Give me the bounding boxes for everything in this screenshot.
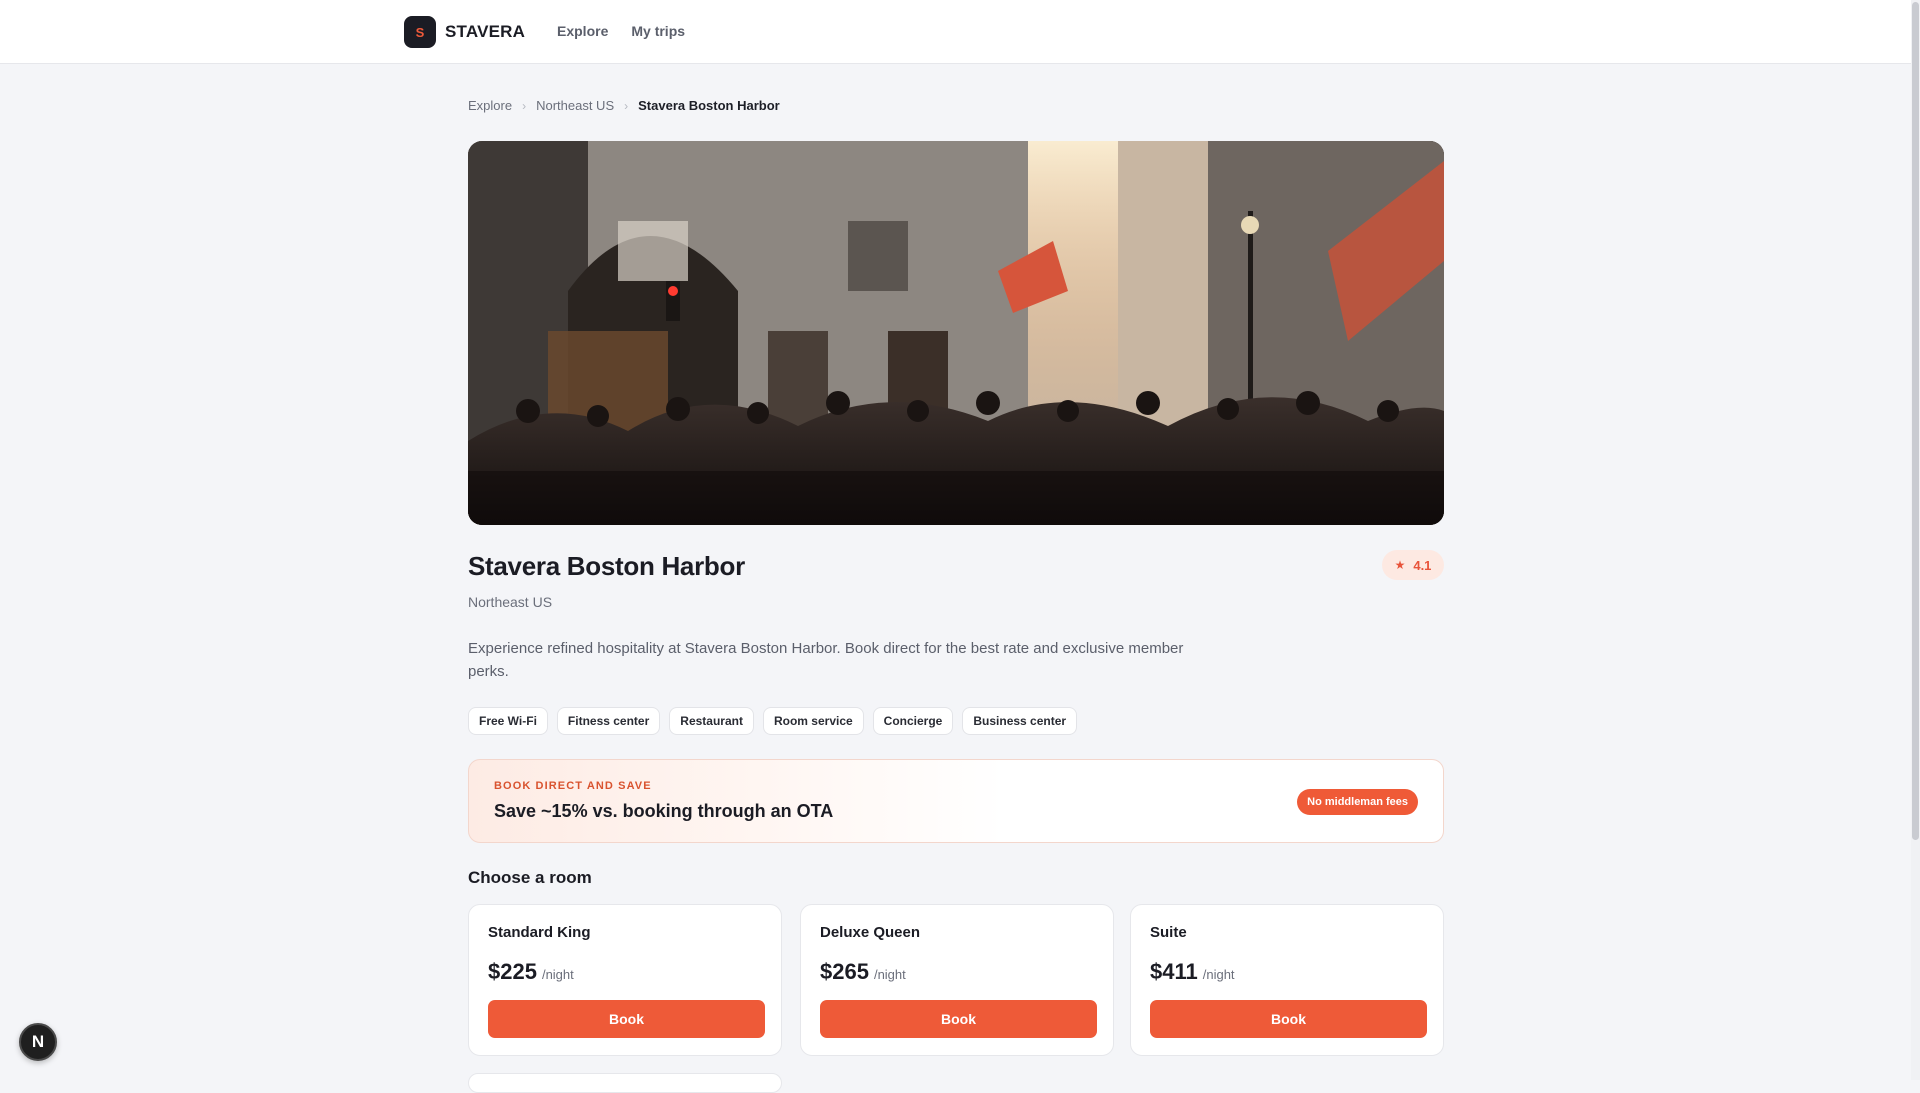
book-button[interactable]: Book [488, 1000, 765, 1038]
book-button[interactable]: Book [1150, 1000, 1427, 1038]
promo-title: Save ~15% vs. booking through an OTA [494, 801, 834, 821]
brand-name: STAVERA [445, 22, 526, 41]
room-price-unit: /night [541, 967, 574, 982]
room-name: Deluxe Queen [820, 924, 921, 941]
room-name: Standard King [488, 924, 591, 941]
brand[interactable]: S STAVERA [404, 16, 525, 48]
amenity-chip: Restaurant [669, 707, 754, 735]
amenity-list: Free Wi-Fi Fitness center Restaurant Roo… [468, 707, 1078, 735]
room-price: $265 /night [820, 959, 906, 985]
room-name: Suite [1150, 924, 1187, 941]
room-price: $225 /night [488, 959, 574, 985]
nav-link-explore[interactable]: Explore [557, 23, 608, 39]
book-button[interactable]: Book [820, 1000, 1097, 1038]
star-icon: ★ [1394, 558, 1406, 572]
scrollbar-thumb[interactable] [1912, 2, 1919, 840]
hotel-description: Experience refined hospitality at Staver… [468, 640, 1184, 680]
room-card-partial [468, 1073, 782, 1093]
nav-link-my-trips[interactable]: My trips [631, 23, 685, 39]
top-navbar: S STAVERA Explore My trips [0, 0, 1911, 64]
amenity-chip: Business center [962, 707, 1078, 735]
room-price-unit: /night [1202, 967, 1235, 982]
room-price-unit: /night [873, 967, 906, 982]
breadcrumb-item-region[interactable]: Northeast US [536, 98, 614, 113]
chevron-right-icon: › [624, 98, 629, 113]
room-price: $411 /night [1150, 959, 1235, 985]
breadcrumb: Explore › Northeast US › Stavera Boston … [468, 98, 780, 113]
room-price-amount: $265 [820, 959, 869, 984]
promo-badge: No middleman fees [1297, 789, 1418, 815]
room-price-amount: $225 [488, 959, 537, 984]
room-card-deluxe-queen: Deluxe Queen $265 /night Book [800, 904, 1114, 1056]
promo-kicker: BOOK DIRECT AND SAVE [494, 780, 652, 792]
book-direct-banner: BOOK DIRECT AND SAVE Save ~15% vs. booki… [468, 759, 1444, 843]
amenity-chip: Fitness center [556, 707, 661, 735]
rating-value: 4.1 [1413, 557, 1432, 573]
chevron-right-icon: › [522, 98, 527, 113]
hotel-name: Stavera Boston Harbor [468, 551, 745, 581]
rooms-section-title: Choose a room [468, 868, 592, 887]
brand-logo-icon: S [404, 16, 436, 48]
dev-tools-indicator-icon[interactable]: N [19, 1023, 57, 1061]
breadcrumb-item-current: Stavera Boston Harbor [638, 98, 780, 113]
rating-badge: ★ 4.1 [1382, 550, 1444, 580]
breadcrumb-item-explore[interactable]: Explore [468, 98, 512, 113]
main-nav: Explore My trips [557, 23, 685, 39]
room-price-amount: $411 [1150, 959, 1198, 984]
hotel-hero-image [468, 141, 1444, 525]
hotel-region: Northeast US [468, 594, 553, 610]
room-card-suite: Suite $411 /night Book [1130, 904, 1444, 1056]
amenity-chip: Free Wi-Fi [468, 707, 548, 735]
amenity-chip: Room service [762, 707, 864, 735]
room-card-standard-king: Standard King $225 /night Book [468, 904, 782, 1056]
amenity-chip: Concierge [872, 707, 954, 735]
